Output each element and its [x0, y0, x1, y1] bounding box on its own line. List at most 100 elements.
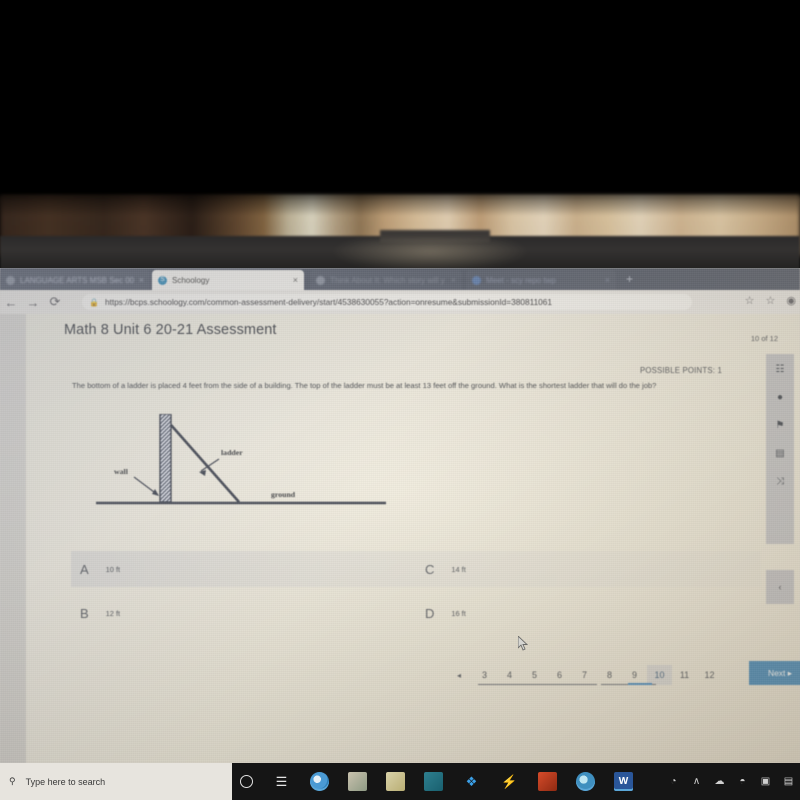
url-input[interactable]: 🔒 https://bcps.schoology.com/common-asse… [82, 294, 692, 310]
pagination-page-7[interactable]: 7 [572, 665, 597, 685]
back-button[interactable]: ← [0, 295, 22, 310]
ground-label: ground [271, 490, 296, 499]
lightning-icon[interactable]: ⚡ [500, 772, 519, 791]
document-icon [472, 275, 481, 285]
page-left-rail [0, 314, 26, 763]
chrome-icon[interactable] [310, 772, 329, 791]
rail-collapse-chevron-icon[interactable]: ‹ [766, 570, 794, 604]
pagination-page-9[interactable]: 9 [622, 665, 647, 685]
onedrive-icon[interactable]: ☁ [713, 775, 726, 788]
pagination-page-6[interactable]: 6 [547, 665, 572, 685]
close-icon[interactable]: × [293, 275, 298, 285]
wall-label: wall [114, 467, 129, 476]
close-icon[interactable]: × [451, 275, 456, 285]
pagination-current-indicator [628, 683, 652, 685]
answer-row-bd: B 12 ft D 16 ft [71, 595, 761, 631]
option-text: 12 ft [105, 608, 121, 618]
assessment-content-area: Math 8 Unit 6 20-21 Assessment 10 of 12 … [26, 314, 800, 763]
mail-icon[interactable] [424, 772, 443, 791]
weather-icon[interactable]: ◔ [667, 775, 680, 788]
taskbar-search-box[interactable]: ⚲ Type here to search [0, 763, 232, 800]
browser-toolbar-right: ☆ ☆ ◉ [745, 294, 796, 307]
option-letter: D [425, 605, 435, 621]
volume-icon[interactable]: ▣ [759, 775, 772, 788]
close-icon[interactable]: × [139, 275, 144, 285]
calendar-icon[interactable]: ☷ [776, 365, 785, 375]
taskbar-pinned-apps: ☰ ❖ ⚡ W [240, 763, 633, 800]
show-hidden-icons-chevron[interactable]: ∧ [690, 775, 703, 788]
collections-icon[interactable]: ◉ [786, 294, 796, 307]
browser-tab-think-about-it[interactable]: Think About It: Which story will y × [310, 270, 462, 290]
option-text: 16 ft [451, 608, 466, 618]
ladder-label: ladder [221, 448, 243, 457]
answer-option-a[interactable]: A 10 ft [71, 551, 416, 587]
save-disk-icon[interactable]: ▤ [775, 449, 784, 459]
browser-tab-language-arts[interactable]: LANGUAGE ARTS MSB Sec 002 × [0, 270, 150, 290]
assessment-tool-rail: ☷ ● ⚑ ▤ ⤨ [766, 354, 794, 544]
search-icon: ⚲ [9, 776, 16, 786]
pagination: ◂ 3 4 5 6 7 8 9 10 11 12 Next ▸ [446, 661, 800, 688]
dropbox-icon[interactable]: ❖ [462, 772, 481, 791]
answer-row-ac: A 10 ft C 14 ft [71, 551, 761, 587]
tab-title: LANGUAGE ARTS MSB Sec 002 [20, 275, 134, 285]
fullscreen-expand-icon[interactable]: ⤨ [776, 477, 784, 487]
favorites-add-icon[interactable]: ☆ [745, 294, 755, 307]
cortana-icon[interactable] [240, 775, 253, 788]
tab-title: Schoology [172, 275, 210, 285]
next-button[interactable]: Next ▸ [749, 661, 800, 685]
pdf-reader-icon[interactable] [538, 772, 557, 791]
pagination-page-4[interactable]: 4 [497, 665, 522, 685]
option-letter: B [80, 605, 89, 621]
tab-title: Meet - scy repo twp [486, 275, 556, 285]
taskbar-system-tray: ◔ ∧ ☁ ◓ ▣ ▤ [667, 763, 795, 800]
search-placeholder: Type here to search [25, 776, 106, 787]
info-clock-icon[interactable]: ● [777, 393, 783, 403]
pagination-page-10[interactable]: 10 [647, 665, 672, 685]
option-letter: A [80, 561, 89, 577]
generic-page-icon [6, 275, 15, 285]
browser-tab-meet[interactable]: Meet - scy repo twp × [466, 270, 616, 290]
word-icon[interactable]: W [614, 772, 633, 791]
generic-page-icon [316, 275, 325, 285]
close-icon[interactable]: × [605, 275, 610, 285]
answer-option-c[interactable]: C 14 ft [416, 551, 761, 587]
pagination-page-12[interactable]: 12 [697, 665, 722, 685]
option-text: 14 ft [451, 564, 466, 574]
flag-icon[interactable]: ⚑ [776, 421, 785, 431]
laptop-screen: LANGUAGE ARTS MSB Sec 002 × S Schoology … [0, 268, 800, 763]
new-tab-button[interactable]: + [626, 272, 633, 286]
schoology-icon: S [158, 275, 167, 285]
edge-icon[interactable] [576, 772, 595, 791]
question-text: The bottom of a ladder is placed 4 feet … [72, 381, 657, 390]
url-text: https://bcps.schoology.com/common-assess… [104, 297, 553, 307]
pagination-page-11[interactable]: 11 [672, 665, 697, 685]
browser-tab-schoology[interactable]: S Schoology × [152, 270, 304, 290]
possible-points-label: POSSIBLE POINTS: 1 [639, 366, 722, 375]
option-letter: C [425, 561, 435, 577]
pagination-page-5[interactable]: 5 [522, 665, 547, 685]
pagination-underline-left [478, 684, 597, 685]
pagination-prev-button[interactable]: ◂ [446, 671, 472, 680]
microsoft-store-icon[interactable] [386, 772, 405, 791]
reload-button[interactable]: ⟳ [44, 294, 66, 310]
forward-button[interactable]: → [22, 295, 44, 310]
windows-taskbar: ⚲ Type here to search ☰ ❖ ⚡ W ◔ ∧ ☁ ◓ ▣ … [0, 763, 800, 800]
bezel-light-glare [330, 238, 530, 272]
photo-of-laptop-screen: LANGUAGE ARTS MSB Sec 002 × S Schoology … [0, 0, 800, 800]
page-title: Math 8 Unit 6 20-21 Assessment [64, 322, 277, 338]
lock-icon: 🔒 [89, 297, 99, 307]
photos-icon[interactable] [348, 772, 367, 791]
network-icon[interactable]: ◓ [736, 775, 749, 788]
pagination-page-8[interactable]: 8 [597, 665, 622, 685]
schoology-assessment-page: Math 8 Unit 6 20-21 Assessment 10 of 12 … [0, 314, 800, 763]
answer-option-d[interactable]: D 16 ft [416, 595, 761, 631]
favorites-star-icon[interactable]: ☆ [766, 294, 776, 307]
tab-title: Think About It: Which story will y [330, 275, 445, 285]
action-center-icon[interactable]: ▤ [782, 775, 795, 788]
ladder-diagram: wall ladder ground [86, 414, 406, 514]
task-view-icon[interactable]: ☰ [272, 772, 291, 791]
answer-option-b[interactable]: B 12 ft [71, 595, 416, 631]
browser-tab-strip: LANGUAGE ARTS MSB Sec 002 × S Schoology … [0, 268, 800, 290]
question-counter: 10 of 12 [750, 334, 778, 343]
pagination-page-3[interactable]: 3 [472, 665, 497, 685]
